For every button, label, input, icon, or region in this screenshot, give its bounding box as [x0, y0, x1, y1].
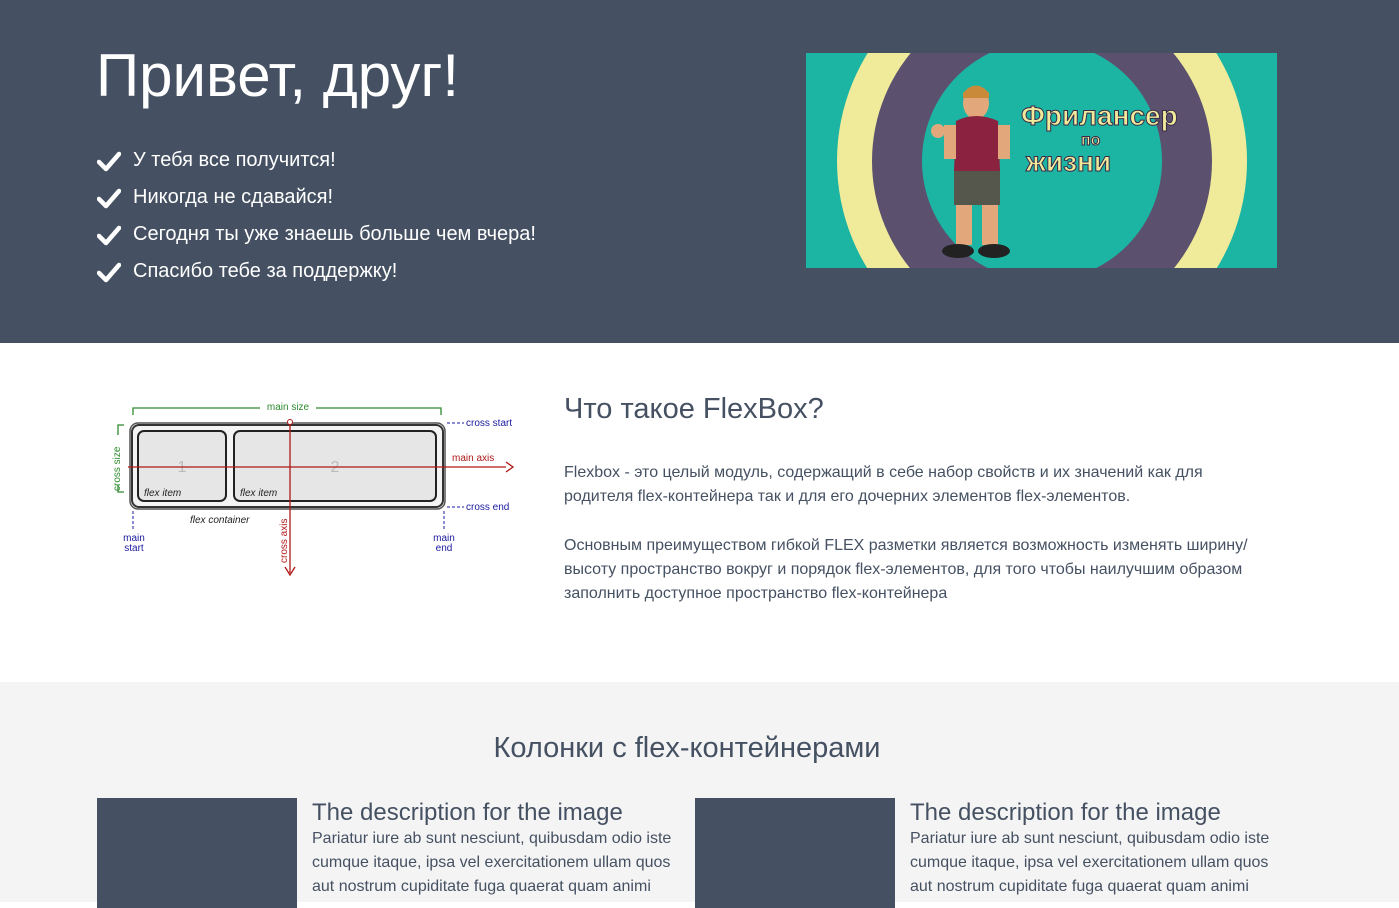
- hero-list-item: Сегодня ты уже знаешь больше чем вчера!: [97, 216, 536, 253]
- card-heading: The description for the image: [910, 799, 1221, 826]
- flex-container-label: flex container: [190, 515, 250, 526]
- hero-title: Привет, друг!: [96, 42, 460, 109]
- check-icon: [97, 188, 121, 208]
- card-text-line: cumque itaque, ipsa vel exercitationem u…: [312, 854, 671, 871]
- flex-item-label: flex item: [240, 488, 277, 499]
- flexbox-diagram: main size cross size 1 2 flex item flex …: [112, 400, 515, 577]
- card-text-line: aut nostrum cupiditate fuga quaerat quam…: [312, 878, 651, 895]
- main-axis-label: main axis: [452, 453, 494, 464]
- image-caption-line3: жизни: [1025, 146, 1111, 177]
- cross-end-label: cross end: [466, 502, 509, 513]
- hero-image: Фрилансер по жизни: [806, 53, 1277, 268]
- check-icon: [97, 151, 121, 171]
- check-icon: [97, 262, 121, 282]
- flexbox-title: Что такое FlexBox?: [564, 393, 824, 425]
- cross-axis-label: cross axis: [279, 519, 290, 563]
- hero-list: У тебя все получится! Никогда не сдавайс…: [97, 142, 536, 290]
- image-caption-line1: Фрилансер: [1021, 100, 1178, 131]
- flexbox-paragraph: Flexbox - это целый модуль, содержащий в…: [564, 464, 1203, 505]
- flexbox-paragraph: Основным преимуществом гибкой FLEX разме…: [564, 537, 1248, 602]
- hero-list-item: У тебя все получится!: [97, 142, 536, 179]
- card-image: [695, 798, 895, 908]
- main-end-label-end: end: [436, 543, 453, 554]
- card-text-line: Pariatur iure ab sunt nesciunt, quibusda…: [312, 830, 672, 847]
- card-text: Pariatur iure ab sunt nesciunt, quibusda…: [312, 827, 682, 899]
- card-image: [97, 798, 297, 908]
- hero-list-text: У тебя все получится!: [133, 149, 336, 171]
- card-text-line: cumque itaque, ipsa vel exercitationem u…: [910, 854, 1269, 871]
- card-text-line: Pariatur iure ab sunt nesciunt, quibusda…: [910, 830, 1270, 847]
- card-text: Pariatur iure ab sunt nesciunt, quibusda…: [910, 827, 1280, 899]
- main-start-label-start: start: [124, 543, 144, 554]
- card-heading: The description for the image: [312, 799, 623, 826]
- main-size-label: main size: [267, 402, 310, 413]
- hero-list-text: Сегодня ты уже знаешь больше чем вчера!: [133, 223, 536, 245]
- flex-item-label: flex item: [144, 488, 181, 499]
- hero-list-item: Спасибо тебе за поддержку!: [97, 253, 536, 290]
- card-text-line: aut nostrum cupiditate fuga quaerat quam…: [910, 878, 1249, 895]
- hero-list-text: Спасибо тебе за поддержку!: [133, 260, 398, 282]
- cross-size-label: cross size: [112, 446, 123, 491]
- cross-start-label: cross start: [466, 418, 512, 429]
- hero-list-item: Никогда не сдавайся!: [97, 179, 536, 216]
- hero-list-text: Никогда не сдавайся!: [133, 186, 334, 208]
- columns-title: Колонки с flex-контейнерами: [493, 732, 881, 764]
- check-icon: [97, 225, 121, 245]
